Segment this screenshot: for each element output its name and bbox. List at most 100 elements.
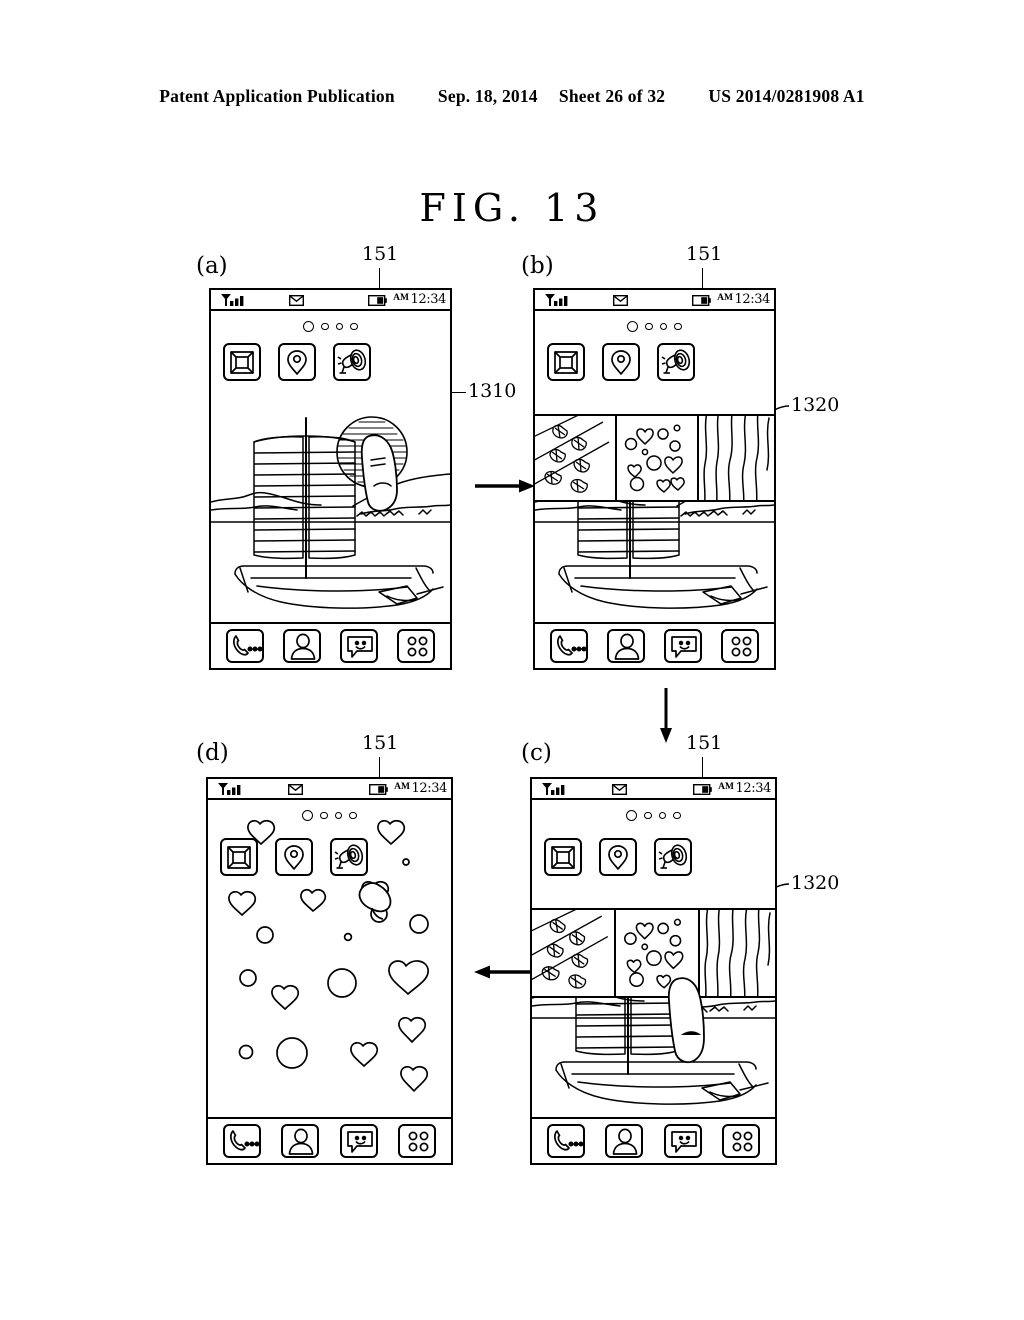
signal-bars-icon <box>221 294 244 306</box>
panel-c-leader-151 <box>702 757 703 778</box>
header-sheet-text: Sheet 26 of 32 <box>558 86 666 106</box>
home-screen-c[interactable] <box>532 800 775 1163</box>
battery-icon <box>368 783 388 796</box>
panel-b-ref-1320: 1320 <box>791 394 840 416</box>
arrow-c-to-d <box>474 965 534 979</box>
envelope-icon <box>288 294 304 307</box>
gallery-icon[interactable] <box>547 343 585 381</box>
panel-c-letter: (c) <box>521 740 552 766</box>
phone-dialer-icon[interactable] <box>549 629 588 663</box>
header-date-text: Sep. 18, 2014 <box>437 86 538 106</box>
megaphone-icon[interactable] <box>330 838 368 876</box>
status-am-label: AM <box>717 293 733 303</box>
map-pin-icon[interactable] <box>275 838 313 876</box>
panel-d-leader-151 <box>379 757 380 778</box>
panel-c-ref-151: 151 <box>686 732 723 754</box>
messages-smiley-icon[interactable] <box>663 1124 702 1158</box>
hearts-bubbles-effect[interactable] <box>617 416 699 500</box>
home-screen-d[interactable] <box>208 800 451 1163</box>
page-indicator-a[interactable] <box>211 321 450 332</box>
phone-c: AM 12:34 <box>530 777 777 1165</box>
page-indicator-c[interactable] <box>532 810 775 821</box>
effect-thumbnail-strip-b[interactable] <box>535 414 774 502</box>
gallery-icon[interactable] <box>220 838 258 876</box>
panel-b-letter: (b) <box>521 253 554 279</box>
page-dot-active[interactable] <box>302 810 314 821</box>
gallery-icon[interactable] <box>223 343 261 381</box>
app-row-d <box>220 838 368 876</box>
battery-icon <box>367 294 387 307</box>
dock-c <box>532 1117 775 1163</box>
contacts-person-icon[interactable] <box>605 1124 644 1158</box>
status-time: 12:34 <box>734 291 771 307</box>
apps-grid-icon[interactable] <box>397 629 436 663</box>
page-dot[interactable] <box>321 322 329 331</box>
signal-bars-icon <box>218 783 241 795</box>
app-row-c <box>544 838 692 876</box>
phone-dialer-icon[interactable] <box>225 629 264 663</box>
page-dot[interactable] <box>659 322 668 331</box>
page-dot[interactable] <box>335 322 344 331</box>
panel-c-ref-1320: 1320 <box>791 872 840 894</box>
page-indicator-b[interactable] <box>535 321 774 332</box>
panel-a-leader-151 <box>379 268 380 290</box>
phone-d: AM 12:34 <box>206 777 453 1165</box>
messages-smiley-icon[interactable] <box>340 629 379 663</box>
megaphone-icon[interactable] <box>657 343 695 381</box>
page-dot[interactable] <box>645 322 653 331</box>
contacts-person-icon[interactable] <box>281 1124 320 1158</box>
apps-grid-icon[interactable] <box>397 1124 436 1158</box>
finger-pointer-d <box>358 882 392 920</box>
status-bar-a: AM 12:34 <box>211 290 450 311</box>
app-row-a <box>223 343 371 381</box>
falling-leaves-effect[interactable] <box>532 910 616 996</box>
megaphone-icon[interactable] <box>654 838 692 876</box>
home-screen-b[interactable] <box>535 311 774 668</box>
falling-leaves-effect[interactable] <box>535 416 617 500</box>
page-dot[interactable] <box>658 811 667 820</box>
signal-bars-icon <box>545 294 568 306</box>
wallpaper-sailboat-a <box>211 406 450 621</box>
signal-bars-icon <box>542 783 565 795</box>
phone-dialer-icon[interactable] <box>223 1124 262 1158</box>
page-dot-active[interactable] <box>303 321 315 332</box>
page-dot-active[interactable] <box>626 810 638 821</box>
status-bar-d: AM 12:34 <box>208 779 451 800</box>
status-am-label: AM <box>393 293 409 303</box>
messages-smiley-icon[interactable] <box>339 1124 378 1158</box>
page-dot[interactable] <box>350 322 358 331</box>
contacts-person-icon[interactable] <box>282 629 321 663</box>
contacts-person-icon[interactable] <box>606 629 645 663</box>
apps-grid-icon[interactable] <box>721 1124 760 1158</box>
apps-grid-icon[interactable] <box>721 629 760 663</box>
page-dot[interactable] <box>320 811 328 820</box>
arrow-b-to-c <box>660 688 672 743</box>
page-indicator-d[interactable] <box>208 810 451 821</box>
header-publication-text: Patent Application Publication <box>159 86 395 106</box>
page-dot-active[interactable] <box>627 321 639 332</box>
map-pin-icon[interactable] <box>602 343 640 381</box>
phone-a: AM 12:34 <box>209 288 452 670</box>
page-dot[interactable] <box>349 811 357 820</box>
gallery-icon[interactable] <box>544 838 582 876</box>
megaphone-icon[interactable] <box>333 343 371 381</box>
map-pin-icon[interactable] <box>278 343 316 381</box>
page-dot[interactable] <box>334 811 343 820</box>
messages-smiley-icon[interactable] <box>664 629 703 663</box>
map-pin-icon[interactable] <box>599 838 637 876</box>
effect-thumbnail-strip-c[interactable] <box>532 908 775 998</box>
phone-dialer-icon[interactable] <box>547 1124 586 1158</box>
envelope-icon <box>287 783 303 796</box>
dock-a <box>211 622 450 668</box>
page-dot[interactable] <box>644 811 652 820</box>
home-screen-a[interactable] <box>211 311 450 668</box>
status-time: 12:34 <box>735 780 772 796</box>
dock-b <box>535 622 774 668</box>
rain-streaks-effect[interactable] <box>699 416 774 500</box>
figure-title: FIG. 13 <box>419 186 605 230</box>
page-dot[interactable] <box>674 322 682 331</box>
envelope-icon <box>612 294 628 307</box>
panel-d-letter: (d) <box>196 740 229 766</box>
page-dot[interactable] <box>673 811 681 820</box>
rain-streaks-effect[interactable] <box>700 910 775 996</box>
